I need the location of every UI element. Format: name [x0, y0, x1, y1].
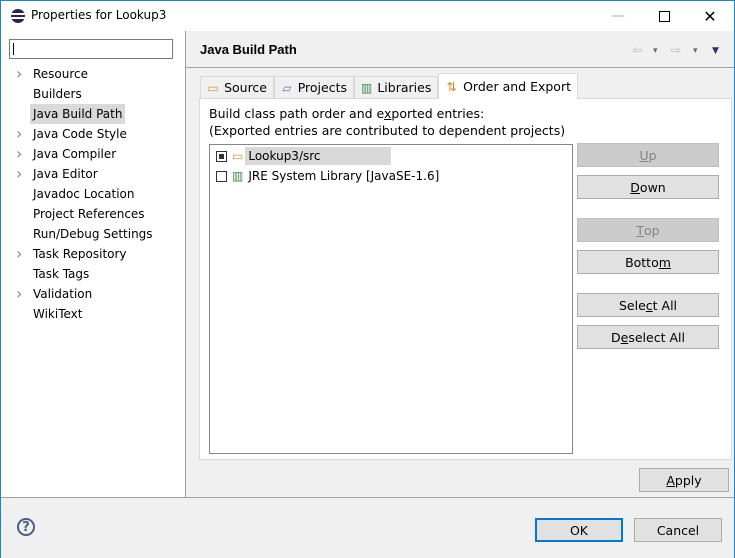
sidebar-item-label: Task Repository — [33, 247, 127, 261]
ok-button[interactable]: OK — [535, 518, 623, 542]
forward-icon[interactable]: ⇨ — [671, 43, 681, 57]
tab-order-and-export[interactable]: ⇅ Order and Export — [438, 73, 578, 99]
source-folder-icon: ▭ — [207, 80, 219, 95]
order-export-panel: Build class path order and exported entr… — [199, 98, 732, 460]
sidebar-item-label: Java Build Path — [30, 104, 126, 124]
title-bar: Properties for Lookup3 — ✕ — [1, 1, 734, 31]
sidebar-item-label: Java Compiler — [33, 147, 117, 161]
libraries-icon: ▥ — [361, 80, 373, 95]
up-button[interactable]: Up — [577, 143, 719, 167]
library-icon: ▥ — [232, 169, 244, 183]
properties-dialog: Properties for Lookup3 — ✕ › Resource Buil… — [0, 0, 735, 558]
minimize-icon: — — [611, 8, 625, 24]
filter-input[interactable] — [9, 39, 173, 59]
sidebar-item[interactable]: › Java Editor — [1, 164, 185, 184]
sidebar-item[interactable]: › Resource — [1, 64, 185, 84]
maximize-icon — [658, 10, 670, 22]
source-folder-icon: ▭ — [232, 149, 244, 163]
down-button[interactable]: Down — [577, 175, 719, 199]
sidebar-item-label: Java Code Style — [33, 127, 127, 141]
tab-projects[interactable]: ▱ Projects — [274, 76, 354, 98]
sidebar-item-label: Validation — [33, 287, 93, 301]
sidebar-item-label: Builders — [33, 87, 82, 101]
sidebar-item[interactable]: Javadoc Location — [1, 184, 185, 204]
tab-source[interactable]: ▭ Source — [200, 76, 274, 98]
window-title: Properties for Lookup3 — [31, 8, 167, 22]
description: Build class path order and exported entr… — [209, 106, 566, 138]
help-icon[interactable]: ? — [17, 518, 35, 536]
page-header: Java Build Path ⇦ ▾ ⇨ ▾ ▼ — [186, 31, 734, 68]
back-icon[interactable]: ⇦ — [632, 43, 642, 57]
chevron-right-icon[interactable]: › — [16, 124, 22, 144]
close-button[interactable]: ✕ — [687, 1, 733, 31]
back-dropdown-icon[interactable]: ▾ — [653, 46, 658, 56]
export-checkbox[interactable] — [216, 150, 227, 162]
forward-dropdown-icon[interactable]: ▾ — [693, 46, 698, 56]
sidebar-item[interactable]: Run/Debug Settings — [1, 224, 185, 244]
list-item[interactable]: ▥ JRE System Library [JavaSE-1.6] — [216, 167, 442, 185]
sidebar-item[interactable]: Project References — [1, 204, 185, 224]
bottom-button[interactable]: Botto m — [577, 250, 719, 274]
chevron-right-icon[interactable]: › — [16, 244, 22, 264]
sidebar-item[interactable]: › Task Repository — [1, 244, 185, 264]
chevron-right-icon[interactable]: › — [16, 144, 22, 164]
sidebar: › Resource Builders Java Build Path › Java Co… — [1, 31, 186, 497]
chevron-right-icon[interactable]: › — [16, 164, 22, 184]
chevron-right-icon[interactable]: › — [16, 284, 22, 304]
classpath-entries-list[interactable]: ▭ Lookup3/src ▥ JRE System Library [Java… — [209, 144, 573, 454]
sidebar-item[interactable]: › Java Code Style — [1, 124, 185, 144]
sidebar-item[interactable]: › Java Compiler — [1, 144, 185, 164]
close-icon: ✕ — [703, 6, 717, 26]
deselect-all-button[interactable]: De select All — [577, 325, 719, 349]
page-title: Java Build Path — [200, 42, 297, 57]
top-button[interactable]: Top — [577, 218, 719, 242]
sidebar-item-label: Task Tags — [33, 267, 90, 281]
folder-icon: ▱ — [282, 80, 292, 95]
view-menu-icon[interactable]: ▼ — [712, 46, 719, 56]
text-caret — [13, 43, 14, 55]
sidebar-item-label: Java Editor — [33, 167, 98, 181]
tab-libraries[interactable]: ▥ Libraries — [354, 76, 438, 98]
sidebar-item[interactable]: › Validation — [1, 284, 185, 304]
eclipse-icon — [11, 9, 25, 23]
sidebar-item-label: Run/Debug Settings — [33, 227, 153, 241]
sidebar-item[interactable]: Java Build Path — [1, 104, 185, 124]
cancel-button[interactable]: Cancel — [634, 518, 722, 542]
minimize-button[interactable]: — — [595, 1, 641, 31]
sidebar-item-label: Resource — [33, 67, 89, 81]
order-export-icon: ⇅ — [446, 79, 457, 94]
sidebar-item-label: WikiText — [33, 307, 83, 321]
chevron-right-icon[interactable]: › — [16, 64, 22, 84]
sidebar-item-label: Javadoc Location — [33, 187, 135, 201]
dialog-footer: ? OK Cancel — [1, 497, 734, 558]
sidebar-item-label: Project References — [33, 207, 145, 221]
sidebar-item[interactable]: Task Tags — [1, 264, 185, 284]
property-tree: › Resource Builders Java Build Path › Java Co… — [1, 64, 185, 324]
sidebar-item[interactable]: Builders — [1, 84, 185, 104]
property-page: Java Build Path ⇦ ▾ ⇨ ▾ ▼ ▭ Source ▱ Proje… — [186, 31, 734, 497]
sidebar-item[interactable]: WikiText — [1, 304, 185, 324]
list-item[interactable]: ▭ Lookup3/src — [216, 147, 391, 165]
select-all-button[interactable]: Sele c t All — [577, 293, 719, 317]
export-checkbox[interactable] — [216, 170, 227, 182]
apply-button[interactable]: Apply — [639, 468, 729, 492]
maximize-button[interactable] — [641, 1, 687, 31]
